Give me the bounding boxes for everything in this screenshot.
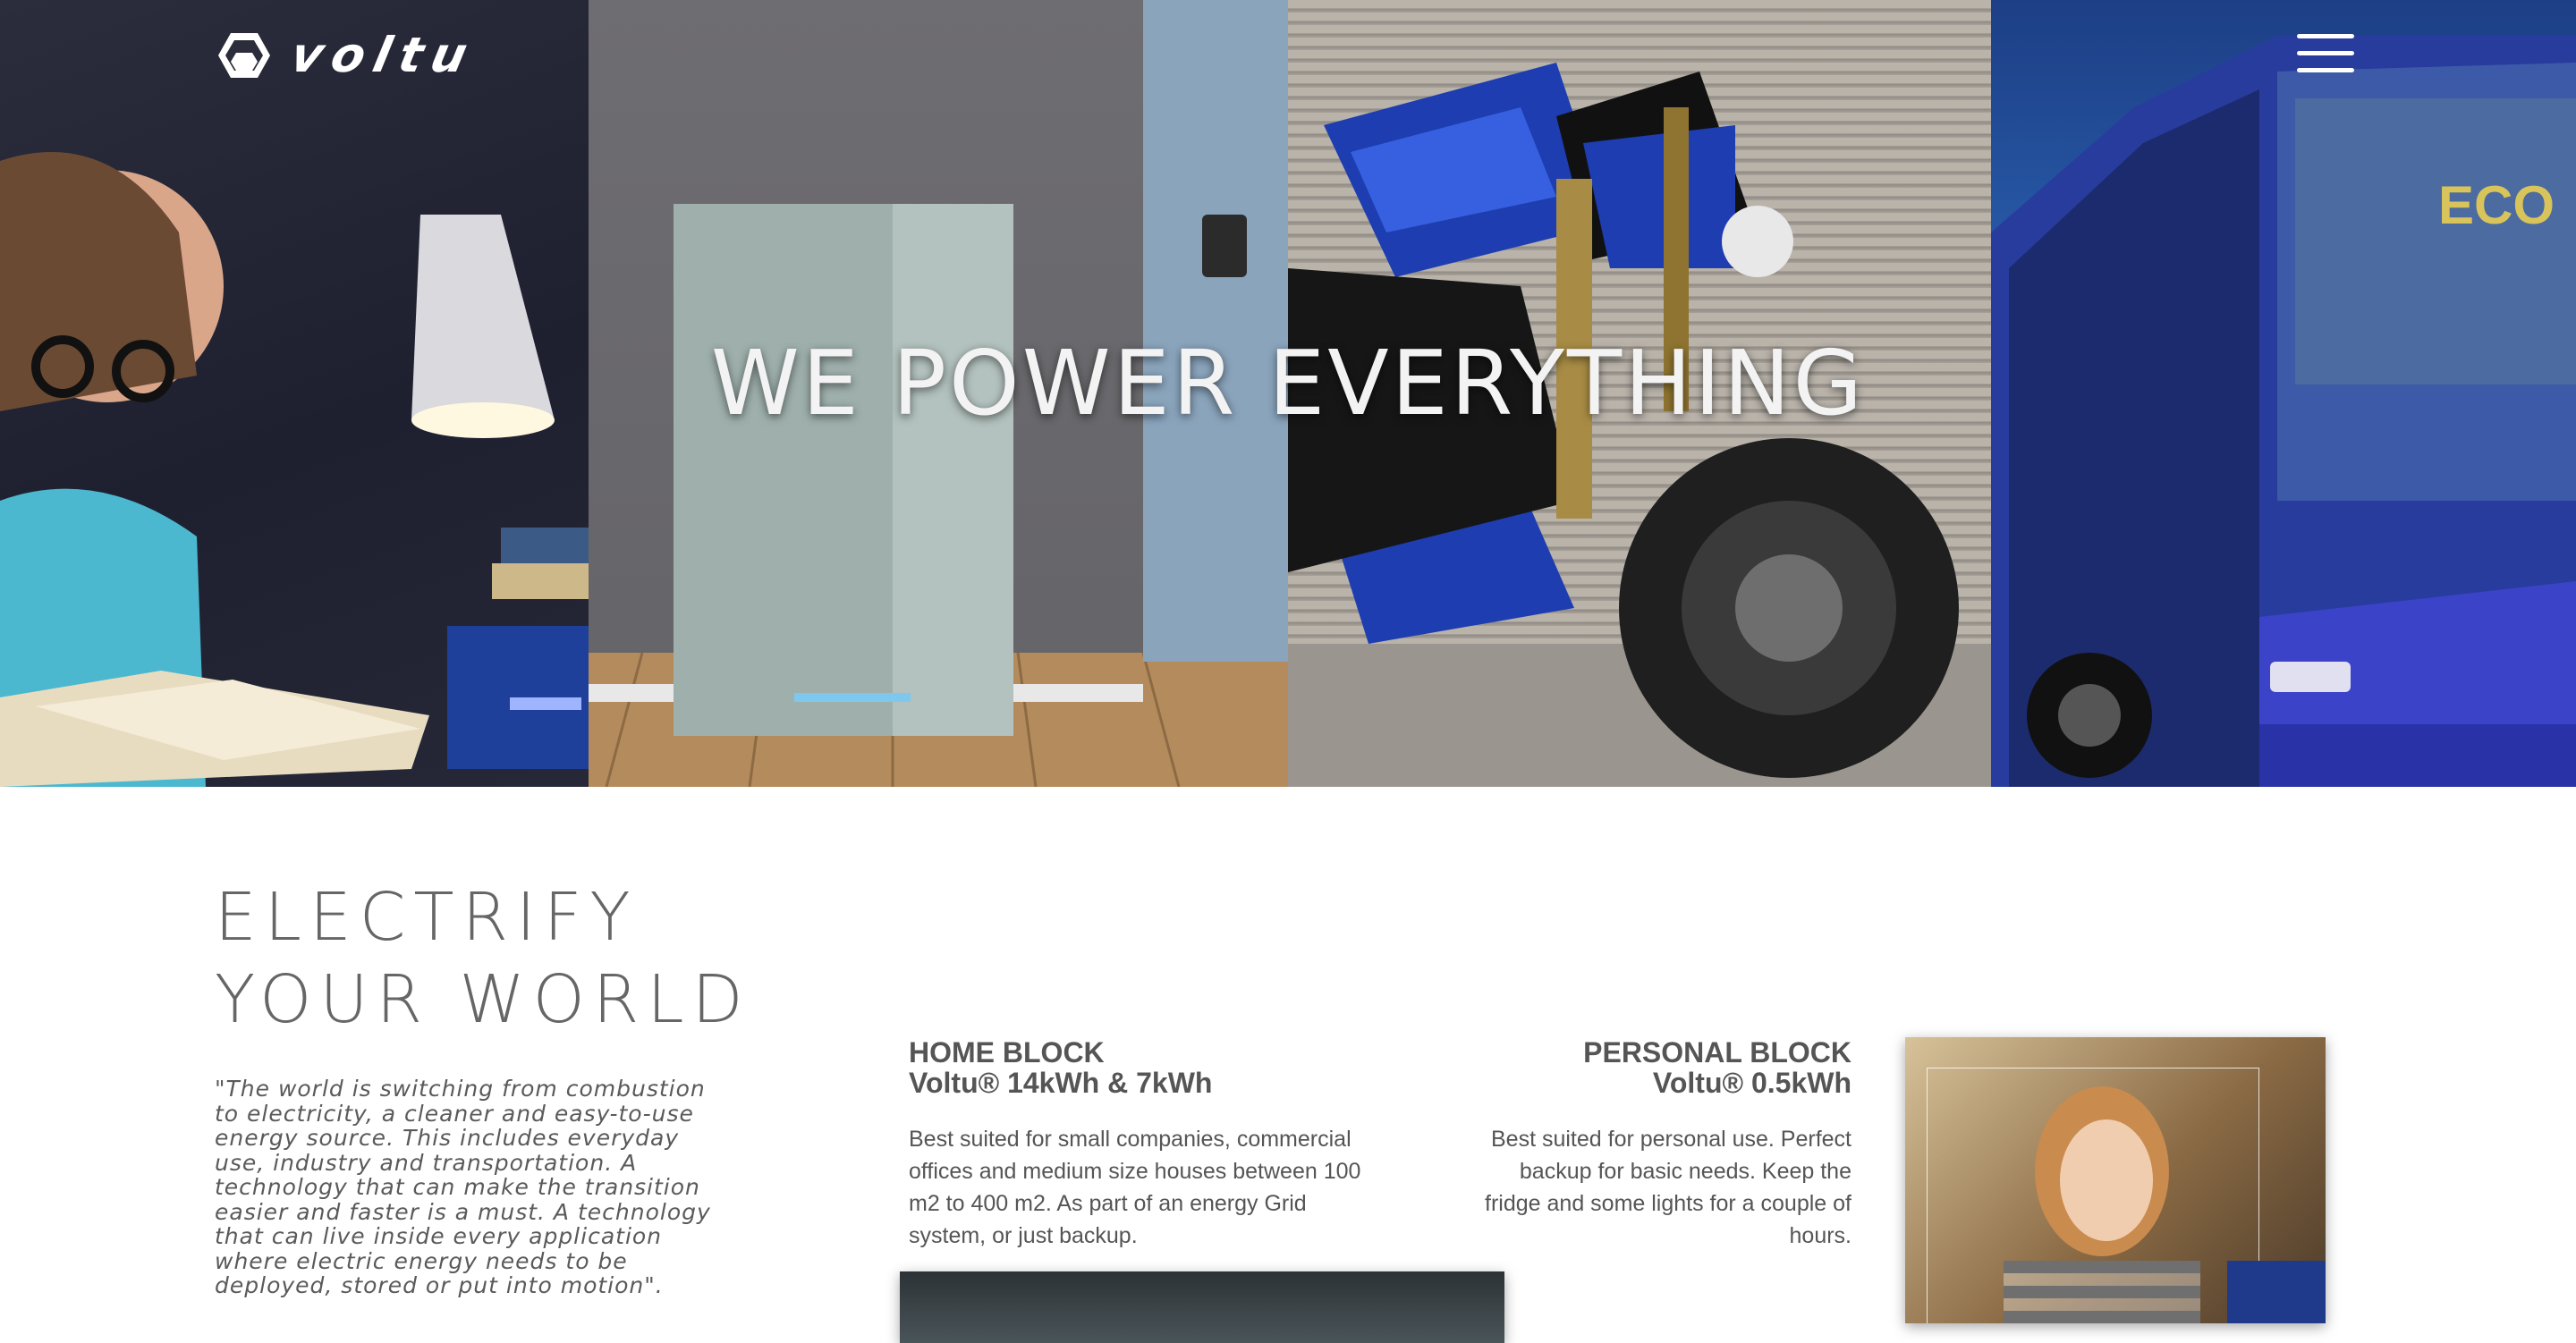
heading-line-1: ELECTRIFY (215, 879, 639, 956)
section-heading: ELECTRIFY YOUR WORLD (215, 876, 751, 1041)
personal-block-title: PERSONAL BLOCK Voltu® 0.5kWh (1485, 1037, 1852, 1098)
personal-block-name: PERSONAL BLOCK (1583, 1036, 1852, 1068)
home-block-capacity: Voltu® 14kWh & 7kWh (909, 1067, 1213, 1099)
hexagon-logo-icon (218, 32, 270, 78)
brand-logo[interactable]: voltu (216, 27, 481, 83)
personal-block-image[interactable] (1905, 1037, 2326, 1323)
home-block-title: HOME BLOCK Voltu® 14kWh & 7kWh (909, 1037, 1212, 1098)
heading-line-2: YOUR WORLD (215, 961, 751, 1038)
home-block-name: HOME BLOCK (909, 1036, 1105, 1068)
personal-block-description: Best suited for personal use. Perfect ba… (1485, 1127, 1852, 1248)
logo-wordmark: voltu (285, 27, 481, 83)
woman-on-phone-illustration (2004, 1086, 2326, 1323)
hero-banner: ECO WE POWER EVERYTHING voltu (0, 0, 2576, 787)
home-block-image[interactable] (900, 1271, 1504, 1343)
hamburger-menu-icon[interactable] (2297, 34, 2354, 73)
hero-title: WE POWER EVERYTHING (710, 331, 1866, 435)
intro-quote: "The world is switching from combustion … (215, 1076, 711, 1298)
personal-block-capacity: Voltu® 0.5kWh (1652, 1067, 1852, 1099)
home-block-description: Best suited for small companies, commerc… (909, 1127, 1361, 1248)
svg-text:ECO: ECO (2438, 175, 2555, 235)
